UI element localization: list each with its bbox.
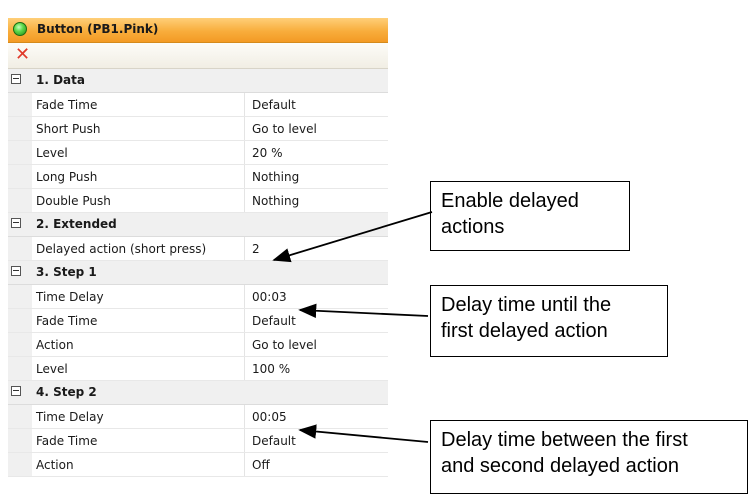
arrow-delay-first <box>298 303 429 318</box>
arrow-enable-delayed <box>272 211 433 263</box>
callout-arrows <box>272 211 433 443</box>
arrow-delay-between <box>298 424 429 443</box>
